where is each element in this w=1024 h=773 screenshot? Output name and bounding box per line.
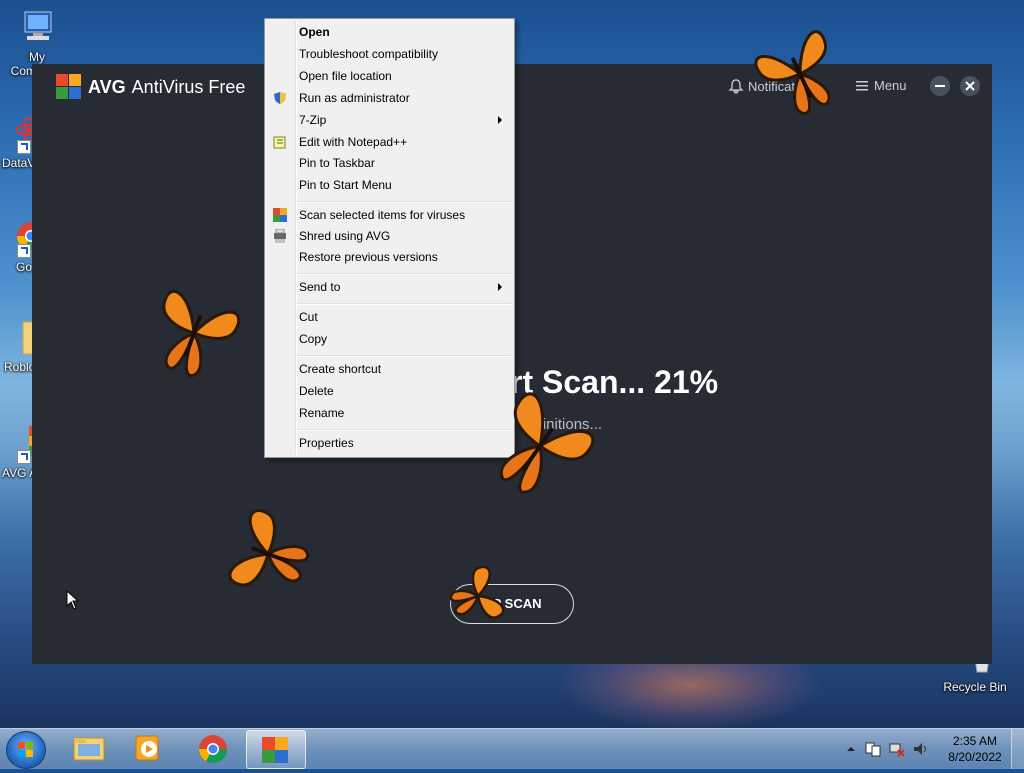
shortcut-arrow-icon bbox=[17, 244, 31, 258]
hamburger-menu-icon bbox=[856, 80, 868, 90]
ctx-item-send-to[interactable]: Send to bbox=[267, 277, 512, 297]
minimize-button[interactable] bbox=[930, 76, 950, 96]
windows-logo-icon bbox=[18, 742, 33, 757]
show-hidden-icons-icon[interactable] bbox=[844, 742, 858, 756]
clock-time: 2:35 AM bbox=[952, 734, 998, 748]
clock-date: 8/20/2022 bbox=[948, 750, 1002, 764]
ctx-separator bbox=[297, 429, 511, 431]
action-center-icon[interactable] bbox=[864, 740, 882, 758]
submenu-arrow-icon bbox=[498, 283, 502, 291]
notepad-plus-plus-icon bbox=[273, 136, 286, 149]
uac-shield-icon bbox=[274, 92, 286, 104]
file-explorer-icon bbox=[73, 737, 105, 761]
chrome-icon bbox=[199, 735, 227, 763]
ctx-item-rename[interactable]: Rename bbox=[267, 403, 512, 423]
context-menu: Open Troubleshoot compatibility Open fil… bbox=[264, 18, 515, 458]
shortcut-arrow-icon bbox=[17, 450, 31, 464]
ctx-separator bbox=[297, 273, 511, 275]
mouse-cursor-icon bbox=[66, 590, 80, 610]
butterfly-icon bbox=[162, 290, 241, 378]
ctx-item-restore-previous-versions[interactable]: Restore previous versions bbox=[267, 247, 512, 267]
butterfly-icon bbox=[228, 509, 310, 587]
ctx-separator bbox=[297, 355, 511, 357]
ctx-item-open[interactable]: Open bbox=[267, 22, 512, 42]
shredder-icon bbox=[274, 229, 286, 243]
ctx-item-create-shortcut[interactable]: Create shortcut bbox=[267, 359, 512, 379]
ctx-separator bbox=[297, 303, 511, 305]
avg-logo: AVG AntiVirus Free bbox=[56, 74, 245, 100]
avg-brand-name: AVG bbox=[88, 76, 126, 97]
taskbar-avg[interactable] bbox=[246, 730, 306, 769]
taskbar: 2:35 AM 8/20/2022 bbox=[0, 728, 1024, 769]
avg-icon bbox=[262, 737, 288, 763]
media-player-icon bbox=[135, 735, 159, 761]
ctx-item-delete[interactable]: Delete bbox=[267, 381, 512, 401]
butterfly-icon bbox=[499, 392, 595, 494]
network-icon[interactable] bbox=[888, 740, 906, 758]
desktop-icon-label: Recycle Bin bbox=[943, 680, 1007, 694]
menu-label: Menu bbox=[874, 78, 907, 93]
minimize-icon bbox=[935, 85, 945, 87]
ctx-item-open-file-location[interactable]: Open file location bbox=[267, 66, 512, 86]
show-desktop-button[interactable] bbox=[1011, 729, 1024, 769]
ctx-item-properties[interactable]: Properties bbox=[267, 433, 512, 453]
shortcut-arrow-icon bbox=[17, 140, 31, 154]
ctx-item-edit-with-notepadpp[interactable]: Edit with Notepad++ bbox=[267, 132, 512, 152]
ctx-item-pin-to-start-menu[interactable]: Pin to Start Menu bbox=[267, 175, 512, 195]
taskbar-chrome[interactable] bbox=[184, 730, 242, 767]
ctx-item-copy[interactable]: Copy bbox=[267, 329, 512, 349]
system-tray bbox=[844, 739, 930, 759]
system-clock[interactable]: 2:35 AM 8/20/2022 bbox=[944, 733, 1006, 765]
close-button[interactable] bbox=[960, 76, 980, 96]
ctx-item-troubleshoot-compatibility[interactable]: Troubleshoot compatibility bbox=[267, 44, 512, 64]
butterfly-icon bbox=[449, 565, 505, 619]
start-button[interactable] bbox=[6, 731, 46, 769]
ctx-item-scan-selected-items[interactable]: Scan selected items for viruses bbox=[267, 205, 512, 225]
ctx-item-shred-using-avg[interactable]: Shred using AVG bbox=[267, 226, 512, 246]
ctx-item-cut[interactable]: Cut bbox=[267, 307, 512, 327]
butterfly-icon bbox=[754, 30, 831, 116]
bell-icon bbox=[728, 79, 744, 94]
avg-product-name: AntiVirus Free bbox=[131, 76, 246, 97]
ctx-separator bbox=[297, 201, 511, 203]
ctx-item-pin-to-taskbar[interactable]: Pin to Taskbar bbox=[267, 153, 512, 173]
ctx-item-7zip[interactable]: 7-Zip bbox=[267, 110, 512, 130]
computer-icon bbox=[17, 8, 57, 48]
taskbar-media-player[interactable] bbox=[120, 730, 178, 767]
volume-icon[interactable] bbox=[912, 740, 930, 758]
avg-icon bbox=[273, 208, 287, 222]
menu-button[interactable]: Menu bbox=[856, 78, 907, 93]
ctx-item-run-as-administrator[interactable]: Run as administrator bbox=[267, 88, 512, 108]
submenu-arrow-icon bbox=[498, 116, 502, 124]
taskbar-file-explorer[interactable] bbox=[60, 730, 118, 767]
close-icon bbox=[965, 81, 975, 91]
avg-logo-icon bbox=[56, 74, 82, 100]
